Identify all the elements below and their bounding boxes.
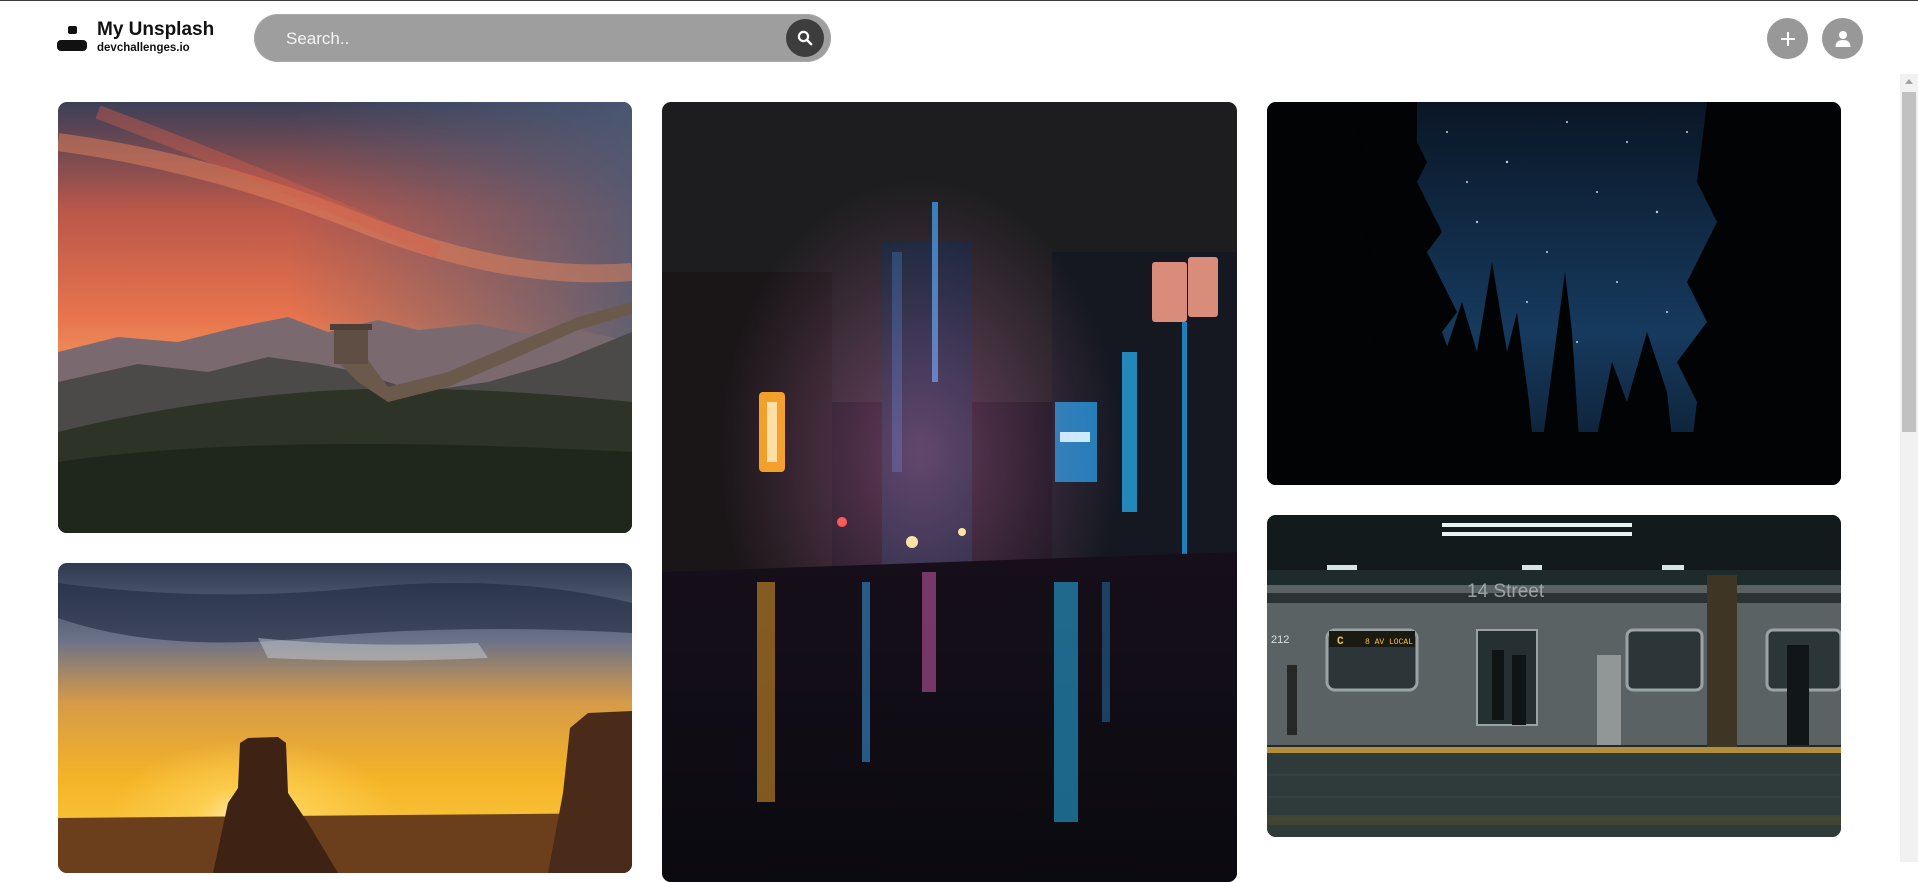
search-input[interactable] (284, 22, 758, 56)
photo-card[interactable] (1267, 102, 1841, 485)
window-top-border (0, 0, 1918, 1)
search-bar (254, 14, 831, 62)
photo-image (58, 563, 632, 873)
scroll-up-arrow-icon[interactable] (1905, 79, 1913, 84)
photo-card[interactable]: C 8 AV LOCAL 212 14 Street (1267, 515, 1841, 837)
brand-subtitle: devchallenges.io (97, 42, 190, 54)
plus-icon (1780, 31, 1795, 46)
photo-card[interactable] (662, 102, 1237, 882)
train-destination-label: 8 AV LOCAL (1365, 638, 1413, 647)
train-route-label: C (1337, 636, 1344, 648)
scrollbar[interactable] (1900, 74, 1918, 862)
photo-image (58, 102, 632, 533)
photo-image (1267, 102, 1841, 485)
user-icon (1835, 30, 1850, 47)
train-number-label: 212 (1271, 634, 1289, 646)
add-photo-button[interactable] (1767, 18, 1808, 59)
scrollbar-thumb[interactable] (1902, 92, 1916, 432)
photo-card[interactable] (58, 102, 632, 533)
photo-image: C 8 AV LOCAL 212 14 Street (1267, 515, 1841, 837)
profile-button[interactable] (1822, 18, 1863, 59)
search-icon (797, 30, 813, 46)
brand-title[interactable]: My Unsplash (97, 19, 214, 41)
station-sign: 14 Street (1467, 581, 1545, 602)
photo-card[interactable] (58, 563, 632, 873)
search-button[interactable] (786, 19, 824, 57)
photo-image (662, 102, 1237, 882)
logo-mark-icon[interactable] (57, 26, 87, 52)
